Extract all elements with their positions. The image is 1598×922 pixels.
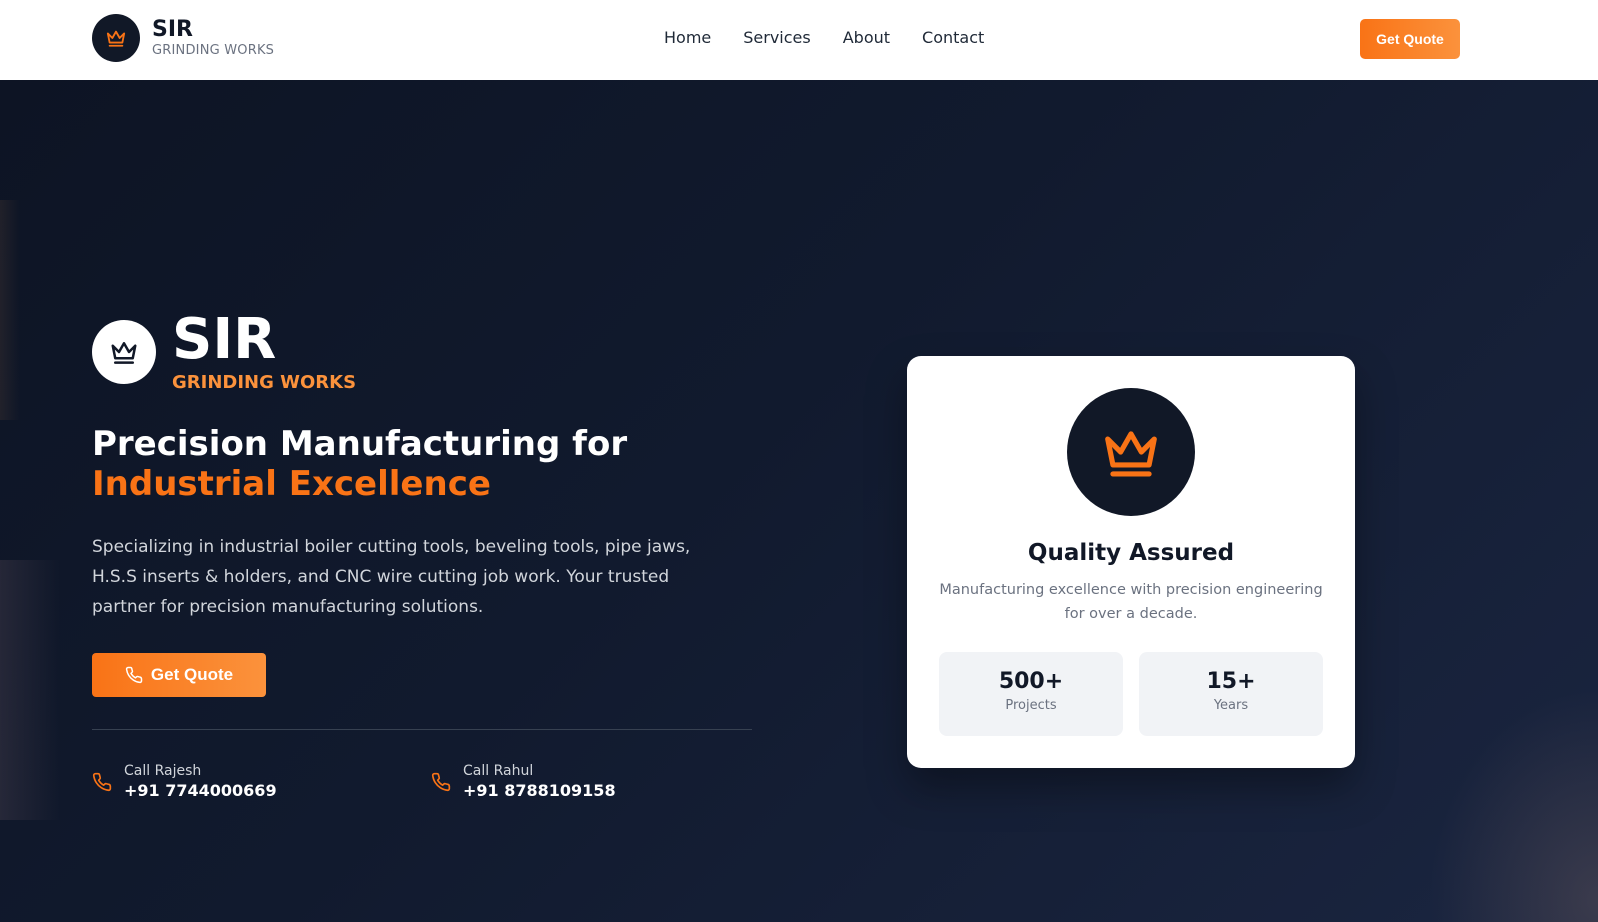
crown-icon [1105,431,1157,477]
logo-title: SIR [152,17,193,42]
main-nav: Home Services About Contact [664,27,984,49]
brand-subtitle: GRINDING WORKS [172,372,357,393]
phone-icon [431,772,451,792]
brand-badge [92,320,156,384]
card-badge [1067,388,1195,516]
hero-get-quote-button[interactable]: Get Quote [92,653,266,697]
stat-label: Years [1213,698,1249,713]
nav-contact[interactable]: Contact [922,27,984,49]
stat-projects: 500+ Projects [939,652,1123,736]
brand-title: SIR [172,307,277,372]
hero-section: SIR GRINDING WORKS Precision Manufacturi… [0,80,1598,922]
stat-label: Projects [1005,698,1057,713]
contact-phone[interactable]: +91 8788109158 [463,780,616,802]
contact-label: Call Rahul [463,763,534,779]
hero-brand: SIR GRINDING WORKS [92,310,356,394]
contact-rahul[interactable]: Call Rahul +91 8788109158 [431,762,616,802]
stat-value: 500+ [998,669,1064,694]
contact-rajesh[interactable]: Call Rajesh +91 7744000669 [92,762,277,802]
header-get-quote-button[interactable]: Get Quote [1360,19,1460,59]
nav-about[interactable]: About [843,27,890,49]
stat-value: 15+ [1206,669,1256,694]
logo-badge [92,14,140,62]
nav-services[interactable]: Services [743,27,810,49]
quality-card: Quality Assured Manufacturing excellence… [907,356,1355,768]
card-text: Manufacturing excellence with precision … [939,582,1323,622]
hero-divider [92,729,752,730]
phone-icon [125,666,143,684]
nav-home[interactable]: Home [664,27,711,49]
crown-icon [111,342,137,364]
logo-subtitle: GRINDING WORKS [152,43,275,58]
phone-icon [92,772,112,792]
crown-icon [106,30,126,47]
card-title: Quality Assured [1027,540,1235,566]
headline-accent: Industrial Excellence [92,464,491,504]
hero-glow [0,560,60,820]
hero-headline: Precision Manufacturing for Industrial E… [92,424,772,504]
hero-glow [0,200,20,420]
header-logo[interactable]: SIR GRINDING WORKS [92,14,274,62]
contact-phone[interactable]: +91 7744000669 [124,780,277,802]
headline-main: Precision Manufacturing for [92,424,628,464]
contact-label: Call Rajesh [124,763,202,779]
hero-cta-label: Get Quote [150,665,234,684]
site-header: SIR GRINDING WORKS Home Services About C… [0,0,1598,80]
hero-description: Specializing in industrial boiler cuttin… [92,537,691,617]
stat-years: 15+ Years [1139,652,1323,736]
